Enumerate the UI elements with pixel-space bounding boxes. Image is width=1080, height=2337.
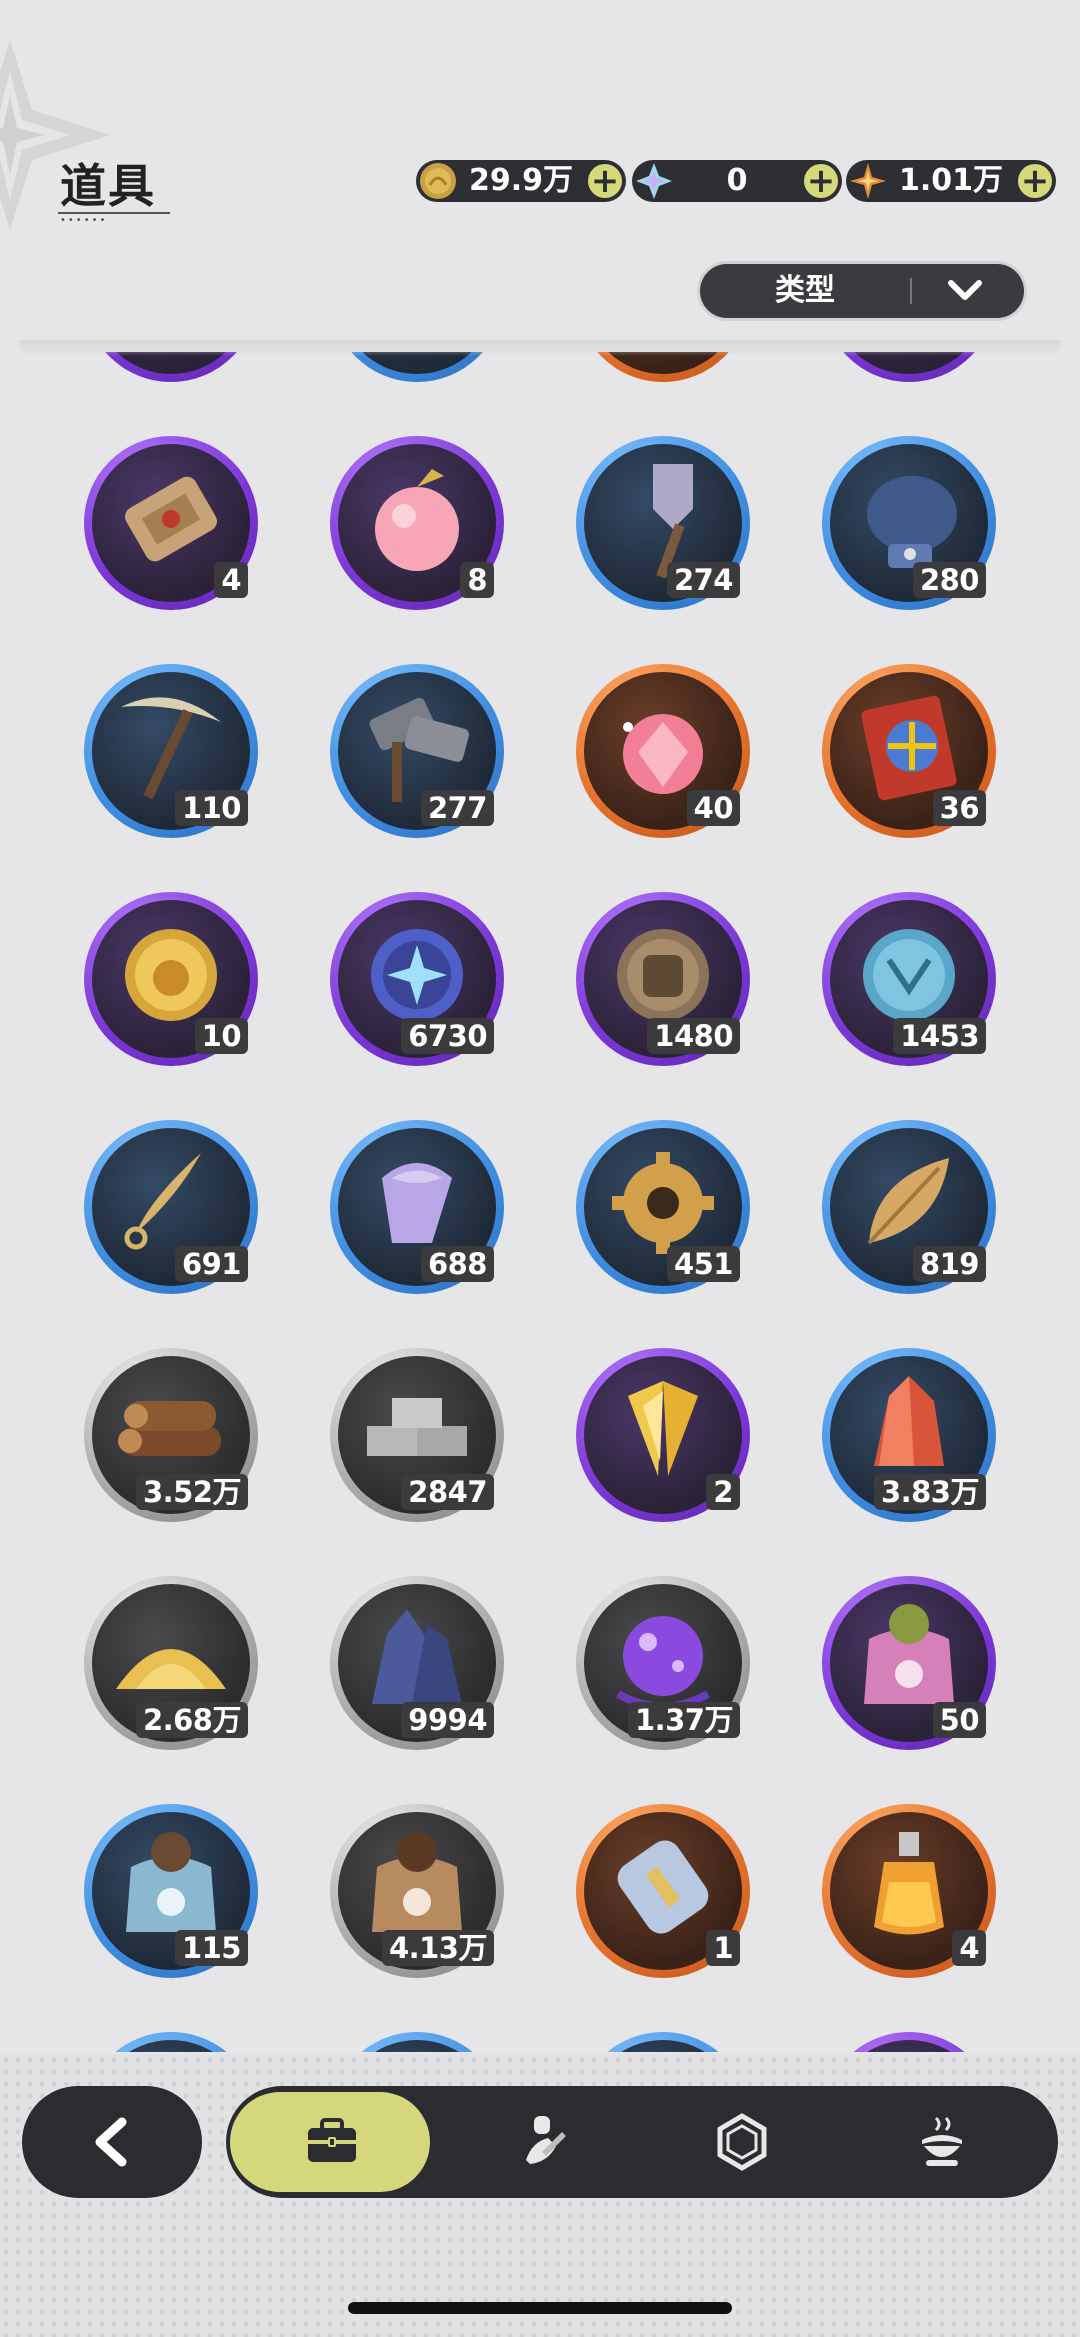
item-count: 9994 xyxy=(401,1702,494,1738)
item-slot-partial[interactable] xyxy=(330,2032,504,2052)
item-slot[interactable]: 3.83万 xyxy=(822,1348,996,1522)
item-slot-partial[interactable] xyxy=(822,352,996,382)
item-count: 50 xyxy=(932,1702,986,1738)
item-slot[interactable]: 451 xyxy=(576,1120,750,1294)
filter-label: 类型 xyxy=(775,273,835,308)
item-slot[interactable]: 40 xyxy=(576,664,750,838)
item-slot[interactable]: 3.52万 xyxy=(84,1348,258,1522)
item-count: 1480 xyxy=(647,1018,740,1054)
gold-coin-icon xyxy=(420,163,456,199)
chevron-down-icon xyxy=(948,280,982,300)
item-count: 40 xyxy=(686,790,740,826)
item-slot[interactable]: 2.68万 xyxy=(84,1576,258,1750)
cooking-pot-icon xyxy=(922,2116,962,2166)
tab-gems[interactable] xyxy=(640,2086,840,2198)
item-count: 688 xyxy=(420,1246,494,1282)
item-slot[interactable]: 50 xyxy=(822,1576,996,1750)
item-count: 6730 xyxy=(401,1018,494,1054)
item-slot[interactable]: 691 xyxy=(84,1120,258,1294)
item-slot[interactable]: 2 xyxy=(576,1348,750,1522)
item-count: 280 xyxy=(912,562,986,598)
currency-crystal-value: 0 xyxy=(726,163,748,198)
item-slot[interactable]: 6730 xyxy=(330,892,504,1066)
item-slot[interactable]: 819 xyxy=(822,1120,996,1294)
item-slot[interactable]: 2847 xyxy=(330,1348,504,1522)
item-slot-partial[interactable] xyxy=(576,2032,750,2052)
item-slot[interactable]: 1453 xyxy=(822,892,996,1066)
item-slot[interactable]: 110 xyxy=(84,664,258,838)
item-count: 2 xyxy=(706,1474,740,1510)
add-crystal-button[interactable]: + xyxy=(804,164,838,198)
item-count: 277 xyxy=(420,790,494,826)
item-count: 36 xyxy=(932,790,986,826)
item-grid: 4 8 274 280 110 277 40 36 10 6730 1480 1453 691 688 45… xyxy=(0,352,1080,2052)
hexagon-gem-icon xyxy=(717,2113,767,2171)
item-slot[interactable]: 115 xyxy=(84,1804,258,1978)
currency-gold: 29.9万 + xyxy=(416,160,626,202)
item-slot[interactable]: 4.13万 xyxy=(330,1804,504,1978)
item-count: 3.52万 xyxy=(135,1474,248,1510)
item-count: 819 xyxy=(912,1246,986,1282)
item-slot-partial[interactable] xyxy=(84,2032,258,2052)
currency-star: 1.01万 + xyxy=(846,160,1056,202)
item-slot-partial[interactable] xyxy=(822,2032,996,2052)
item-slot[interactable]: 10 xyxy=(84,892,258,1066)
item-slot[interactable]: 36 xyxy=(822,664,996,838)
item-slot-partial[interactable] xyxy=(84,352,258,382)
item-slot[interactable]: 688 xyxy=(330,1120,504,1294)
item-count: 4 xyxy=(214,562,248,598)
item-count: 1 xyxy=(706,1930,740,1966)
item-count: 4 xyxy=(952,1930,986,1966)
back-chevron-icon xyxy=(95,2117,127,2167)
home-indicator xyxy=(348,2302,732,2314)
crystal-star-icon xyxy=(636,163,672,199)
item-count: 451 xyxy=(666,1246,740,1282)
currency-crystal: 0 + xyxy=(632,160,842,202)
tab-items[interactable] xyxy=(230,2092,430,2192)
item-count: 274 xyxy=(666,562,740,598)
item-slot-partial[interactable] xyxy=(576,352,750,382)
bottom-tab-bar xyxy=(226,2086,1058,2198)
item-slot[interactable]: 8 xyxy=(330,436,504,610)
item-count: 3.83万 xyxy=(873,1474,986,1510)
add-star-button[interactable]: + xyxy=(1018,164,1052,198)
title-underline: •••••• xyxy=(58,208,174,226)
item-slot[interactable]: 4 xyxy=(822,1804,996,1978)
item-count: 1453 xyxy=(893,1018,986,1054)
item-slot[interactable]: 1480 xyxy=(576,892,750,1066)
type-filter-dropdown[interactable]: 类型 xyxy=(700,264,1024,318)
tab-dishes[interactable] xyxy=(840,2086,1040,2198)
add-gold-button[interactable]: + xyxy=(588,164,622,198)
item-slot[interactable]: 1.37万 xyxy=(576,1576,750,1750)
item-count: 8 xyxy=(460,562,494,598)
filter-divider xyxy=(910,278,912,304)
item-slot[interactable]: 280 xyxy=(822,436,996,610)
item-slot[interactable]: 4 xyxy=(84,436,258,610)
item-slot[interactable]: 1 xyxy=(576,1804,750,1978)
currency-gold-value: 29.9万 xyxy=(468,163,574,198)
item-count: 110 xyxy=(174,790,248,826)
item-count: 1.37万 xyxy=(627,1702,740,1738)
tab-cooking[interactable] xyxy=(440,2086,640,2198)
chef-knife-icon xyxy=(526,2116,566,2164)
briefcase-icon xyxy=(308,2118,356,2162)
orange-star-icon xyxy=(850,163,886,199)
item-slot[interactable]: 274 xyxy=(576,436,750,610)
item-slot[interactable]: 277 xyxy=(330,664,504,838)
item-slot[interactable]: 9994 xyxy=(330,1576,504,1750)
page-title: 道具 xyxy=(60,159,156,213)
item-count: 2.68万 xyxy=(135,1702,248,1738)
item-count: 10 xyxy=(194,1018,248,1054)
item-count: 691 xyxy=(174,1246,248,1282)
item-count: 115 xyxy=(174,1930,248,1966)
item-count: 2847 xyxy=(401,1474,494,1510)
list-top-shadow xyxy=(20,340,1060,356)
back-button[interactable] xyxy=(22,2086,202,2198)
currency-star-value: 1.01万 xyxy=(898,163,1004,198)
item-slot-partial[interactable] xyxy=(330,352,504,382)
item-count: 4.13万 xyxy=(381,1930,494,1966)
